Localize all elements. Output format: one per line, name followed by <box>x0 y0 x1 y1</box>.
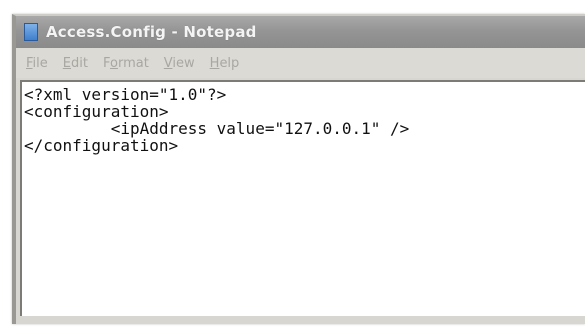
notepad-icon <box>24 23 38 41</box>
window-title: Access.Config - Notepad <box>46 23 257 41</box>
editor-content[interactable]: <?xml version="1.0"?> <configuration> <i… <box>22 82 585 154</box>
menu-file[interactable]: File <box>26 56 48 71</box>
notepad-window: Access.Config - Notepad File Edit Format… <box>12 14 585 324</box>
menu-bar: File Edit Format View Help <box>16 48 585 78</box>
menu-format[interactable]: Format <box>103 56 149 71</box>
text-editor-area[interactable]: <?xml version="1.0"?> <configuration> <i… <box>20 80 585 316</box>
menu-edit[interactable]: Edit <box>63 56 88 71</box>
title-bar[interactable]: Access.Config - Notepad <box>16 16 585 48</box>
menu-view[interactable]: View <box>164 56 195 71</box>
menu-help[interactable]: Help <box>210 56 240 71</box>
